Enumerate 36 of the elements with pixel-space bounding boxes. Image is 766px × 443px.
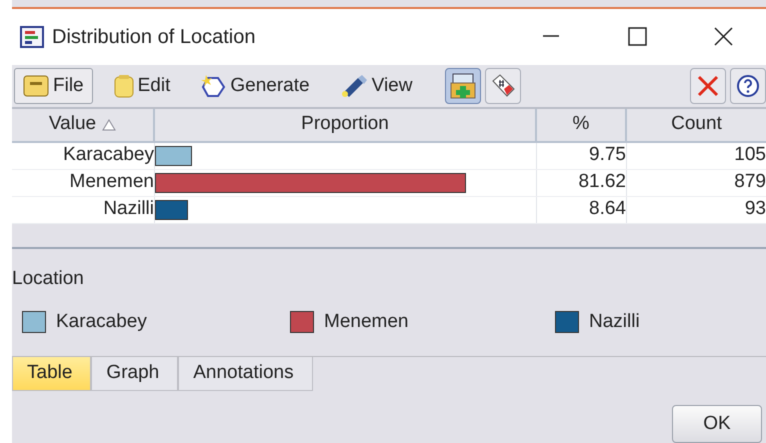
chart-icon — [20, 26, 44, 48]
tab[interactable]: Graph — [91, 357, 178, 392]
table-cell: 8.64 — [537, 196, 627, 223]
column-header[interactable]: Proportion — [155, 108, 537, 141]
legend-label: Karacabey — [56, 310, 147, 334]
column-header[interactable]: Value — [12, 108, 155, 141]
ok-button[interactable]: OK — [672, 405, 762, 443]
table-cell: 9.75 — [537, 142, 627, 169]
folder-icon — [23, 74, 49, 98]
tab[interactable]: Table — [12, 357, 92, 392]
window-title: Distribution of Location — [52, 25, 256, 50]
legend-label: Nazilli — [589, 310, 640, 334]
table-cell-text: 879 — [733, 170, 766, 194]
delete-icon — [696, 74, 720, 98]
menu-button[interactable]: View — [330, 68, 422, 104]
tab[interactable]: Annotations — [178, 357, 313, 392]
delete-button[interactable] — [690, 68, 726, 104]
table-cell: 81.62 — [537, 170, 627, 196]
flashlight-icon — [340, 74, 368, 98]
column-header[interactable]: % — [537, 108, 627, 141]
menu-button[interactable]: Generate — [191, 68, 319, 104]
menu-button[interactable]: Edit — [104, 68, 180, 104]
help-icon — [736, 74, 760, 98]
toggle-button[interactable] — [445, 68, 482, 104]
tag-icon — [490, 73, 516, 100]
legend-title: Location — [12, 267, 85, 292]
column-header[interactable]: Count — [627, 108, 766, 141]
add-panel-icon — [450, 73, 476, 100]
help-button[interactable] — [730, 68, 766, 104]
clipboard-icon — [114, 74, 134, 98]
hexagon-icon — [200, 74, 226, 98]
table-cell-text: 105 — [733, 143, 766, 168]
toggle-button[interactable] — [485, 68, 522, 104]
legend-label: Menemen — [324, 310, 408, 334]
menu-button[interactable]: File — [14, 68, 93, 104]
table-cell-text: 93 — [744, 197, 766, 222]
